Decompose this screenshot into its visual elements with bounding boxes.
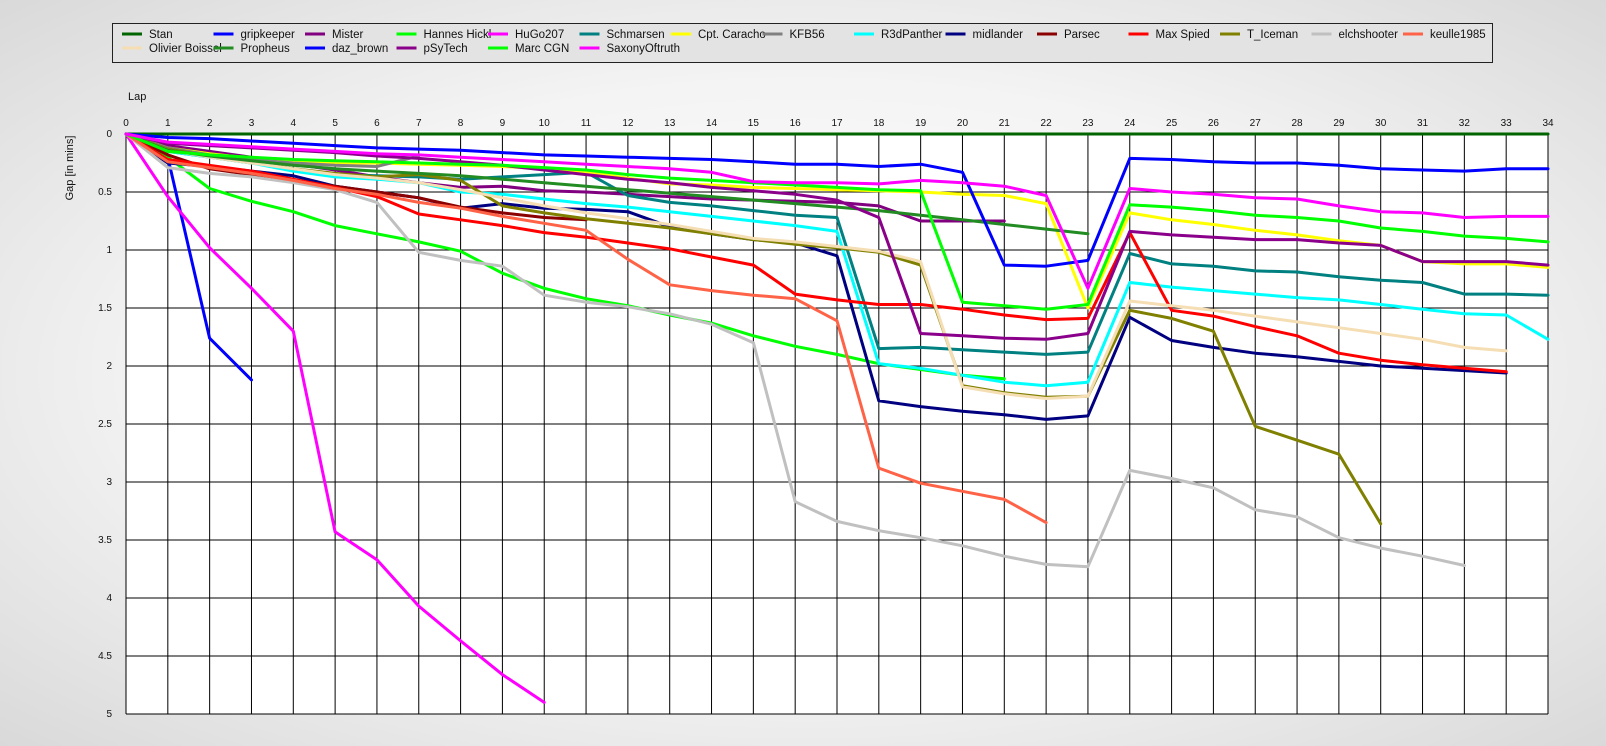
y-tick-label: 1	[106, 245, 112, 256]
x-tick-label: 10	[539, 118, 551, 129]
legend-label: daz_brown	[332, 43, 388, 55]
legend-label: HuGo207	[515, 29, 564, 41]
x-tick-label: 26	[1208, 118, 1220, 129]
x-tick-label: 28	[1291, 118, 1303, 129]
legend-label: Max Spied	[1156, 29, 1210, 41]
legend-label: Schmarsen	[607, 29, 665, 41]
y-tick-label: 2	[106, 361, 112, 372]
x-tick-label: 7	[416, 118, 422, 129]
legend-label: Marc CGN	[515, 43, 569, 55]
x-tick-label: 22	[1041, 118, 1053, 129]
legend-label: Olivier Boissel	[149, 43, 222, 55]
x-tick-label: 31	[1417, 118, 1429, 129]
y-tick-label: 3	[106, 477, 112, 488]
x-tick-label: 34	[1542, 118, 1554, 129]
x-tick-label: 15	[748, 118, 760, 129]
x-tick-label: 19	[915, 118, 927, 129]
x-tick-label: 6	[374, 118, 380, 129]
x-tick-label: 17	[831, 118, 843, 129]
y-tick-label: 4	[106, 593, 112, 604]
legend-label: Parsec	[1064, 29, 1100, 41]
x-tick-label: 1	[165, 118, 171, 129]
x-tick-label: 33	[1501, 118, 1513, 129]
legend-label: Mister	[332, 29, 363, 41]
legend-label: KFB56	[790, 29, 825, 41]
y-tick-label: 4.5	[98, 651, 112, 662]
x-tick-label: 13	[664, 118, 676, 129]
x-tick-label: 29	[1333, 118, 1345, 129]
x-tick-label: 27	[1250, 118, 1262, 129]
legend-label: gripkeeper	[241, 29, 296, 41]
x-tick-label: 2	[207, 118, 213, 129]
legend-label: pSyTech	[424, 43, 468, 55]
legend-label: Propheus	[241, 43, 290, 55]
x-tick-label: 8	[458, 118, 464, 129]
x-tick-label: 11	[581, 118, 592, 129]
x-tick-label: 18	[873, 118, 885, 129]
legend: Stan gripkeeper Mister Hannes Hickl HuGo207 S…	[112, 23, 1493, 63]
y-tick-label: 1.5	[98, 303, 112, 314]
x-tick-label: 20	[957, 118, 969, 129]
y-tick-label: 0	[106, 129, 112, 140]
y-tick-label: 3.5	[98, 535, 112, 546]
y-axis-title: Gap [in mins]	[64, 136, 76, 201]
x-tick-label: 4	[291, 118, 297, 129]
legend-label: elchshooter	[1339, 29, 1399, 41]
x-tick-label: 0	[123, 118, 129, 129]
x-tick-label: 3	[249, 118, 255, 129]
x-tick-label: 32	[1459, 118, 1471, 129]
x-axis-title: Lap	[128, 91, 146, 103]
x-tick-label: 24	[1124, 118, 1136, 129]
legend-label: SaxonyOftruth	[607, 43, 681, 55]
legend-label: keulle1985	[1430, 29, 1486, 41]
legend-label: Stan	[149, 29, 173, 41]
y-tick-label: 0.5	[98, 187, 112, 198]
x-tick-label: 16	[790, 118, 802, 129]
x-tick-label: 21	[999, 118, 1011, 129]
legend-label: midlander	[973, 29, 1024, 41]
legend-label: Hannes Hickl	[424, 29, 492, 41]
legend-label: Cpt. Caracho	[698, 29, 766, 41]
y-tick-label: 2.5	[98, 419, 112, 430]
y-tick-label: 5	[106, 709, 112, 720]
x-tick-label: 9	[500, 118, 506, 129]
x-tick-label: 30	[1375, 118, 1387, 129]
x-tick-label: 25	[1166, 118, 1178, 129]
legend-label: T_Iceman	[1247, 29, 1298, 41]
legend-label: R3dPanther	[881, 29, 943, 41]
line-chart: Stan gripkeeper Mister Hannes Hickl HuGo207 S…	[64, 23, 1554, 720]
x-tick-label: 5	[332, 118, 338, 129]
x-tick-label: 23	[1082, 118, 1094, 129]
x-tick-label: 12	[622, 118, 634, 129]
x-tick-label: 14	[706, 118, 718, 129]
